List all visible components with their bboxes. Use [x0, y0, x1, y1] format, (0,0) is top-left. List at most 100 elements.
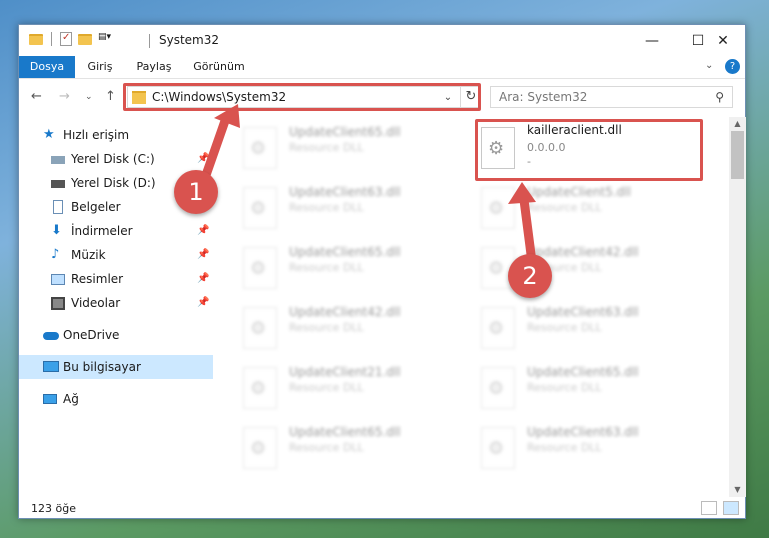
cloud-icon: [43, 332, 59, 340]
search-input[interactable]: Ara: System32 ⚲: [490, 86, 733, 108]
gear-icon: ⚙: [488, 438, 505, 459]
step-2-badge: 2: [508, 254, 552, 298]
gear-icon: ⚙: [250, 378, 267, 399]
sidebar-item-this-pc[interactable]: Bu bilgisayar: [19, 355, 213, 379]
properties-icon[interactable]: [60, 32, 72, 46]
sidebar-item-label: OneDrive: [63, 328, 120, 342]
file-item[interactable]: ⚙ UpdateClient65.dll Resource DLL: [243, 121, 473, 177]
dll-file-icon: ⚙: [481, 307, 515, 349]
status-bar: 123 öğe: [19, 499, 745, 519]
tab-giris[interactable]: Giriş: [81, 56, 119, 78]
dll-file-icon: ⚙: [243, 247, 277, 289]
file-type: Resource DLL: [289, 381, 364, 394]
pin-icon[interactable]: 📌: [197, 243, 209, 267]
pin-icon[interactable]: 📌: [197, 219, 209, 243]
pin-icon[interactable]: 📌: [197, 291, 209, 315]
dll-file-icon: ⚙: [243, 427, 277, 469]
file-item[interactable]: ⚙ UpdateClient21.dll Resource DLL: [243, 361, 473, 417]
search-icon: ⚲: [715, 90, 724, 104]
search-placeholder: Ara: System32: [499, 90, 588, 104]
video-icon: [51, 297, 65, 310]
dll-file-icon: ⚙: [481, 367, 515, 409]
sidebar-item-pictures[interactable]: Resimler 📌: [19, 267, 213, 291]
gear-icon: ⚙: [250, 138, 267, 159]
music-icon: ♪: [51, 247, 60, 262]
file-type: Resource DLL: [527, 381, 602, 394]
sidebar-item-network[interactable]: Ağ: [19, 387, 213, 411]
sidebar-item-music[interactable]: ♪ Müzik 📌: [19, 243, 213, 267]
address-highlight-box: [123, 83, 481, 111]
sidebar-item-label: Yerel Disk (C:): [71, 152, 155, 166]
file-item[interactable]: ⚙ UpdateClient63.dll Resource DLL: [481, 301, 711, 357]
sidebar-item-label: Belgeler: [71, 200, 121, 214]
scroll-thumb[interactable]: [731, 131, 744, 179]
file-name: UpdateClient42.dll: [527, 245, 639, 259]
scroll-up-icon[interactable]: ▲: [729, 117, 746, 131]
recent-locations-chevron-icon[interactable]: ⌄: [85, 92, 93, 102]
file-item[interactable]: ⚙ UpdateClient63.dll Resource DLL: [243, 181, 473, 237]
forward-button[interactable]: →: [59, 89, 70, 104]
sidebar-item-local-disk-c[interactable]: Yerel Disk (C:) 📌: [19, 147, 213, 171]
up-button[interactable]: ↑: [105, 89, 116, 104]
sidebar-item-label: İndirmeler: [71, 224, 133, 238]
new-folder-icon[interactable]: [78, 33, 92, 45]
download-icon: ⬇: [51, 223, 62, 238]
file-type: Resource DLL: [289, 441, 364, 454]
file-highlight-box: [475, 119, 703, 181]
file-type: Resource DLL: [289, 321, 364, 334]
sidebar-item-quick-access[interactable]: ★ Hızlı erişim: [19, 123, 213, 147]
file-name: UpdateClient63.dll: [289, 185, 401, 199]
file-type: Resource DLL: [527, 441, 602, 454]
file-name: UpdateClient65.dll: [289, 245, 401, 259]
tab-gorunum[interactable]: Görünüm: [189, 56, 249, 78]
scroll-down-icon[interactable]: ▼: [729, 483, 746, 497]
sidebar-item-onedrive[interactable]: OneDrive: [19, 323, 213, 347]
dll-file-icon: ⚙: [243, 307, 277, 349]
drive-icon: [51, 180, 65, 188]
file-type: Resource DLL: [289, 141, 364, 154]
file-type: Resource DLL: [527, 321, 602, 334]
file-item[interactable]: ⚙ UpdateClient65.dll Resource DLL: [243, 421, 473, 477]
file-item[interactable]: ⚙ UpdateClient42.dll Resource DLL: [243, 301, 473, 357]
sidebar-item-videos[interactable]: Videolar 📌: [19, 291, 213, 315]
large-icons-view-icon[interactable]: [723, 501, 739, 515]
file-item[interactable]: ⚙ UpdateClient63.dll Resource DLL: [481, 421, 711, 477]
ribbon-tabs: Dosya Giriş Paylaş Görünüm ⌄ ?: [19, 56, 745, 79]
dll-file-icon: ⚙: [243, 127, 277, 169]
title-bar: ▤▾ System32 — ☐ ✕: [19, 25, 745, 56]
file-type: Resource DLL: [527, 201, 602, 214]
file-type: Resource DLL: [289, 201, 364, 214]
back-button[interactable]: ←: [31, 89, 42, 104]
quick-access-toolbar: ▤▾: [29, 32, 122, 46]
expand-ribbon-chevron-icon[interactable]: ⌄: [705, 60, 713, 71]
sidebar-item-downloads[interactable]: ⬇ İndirmeler 📌: [19, 219, 213, 243]
sidebar-item-label: Müzik: [71, 248, 106, 262]
customize-toolbar-icon[interactable]: ▤▾: [98, 32, 116, 46]
file-item[interactable]: ⚙ UpdateClient65.dll Resource DLL: [243, 241, 473, 297]
gear-icon: ⚙: [250, 198, 267, 219]
sidebar-item-label: Hızlı erişim: [63, 128, 130, 142]
tab-dosya[interactable]: Dosya: [19, 56, 75, 78]
sidebar-item-label: Bu bilgisayar: [63, 360, 141, 374]
window-title: System32: [159, 33, 220, 47]
file-name: UpdateClient5.dll: [527, 185, 631, 199]
file-item[interactable]: ⚙ UpdateClient65.dll Resource DLL: [481, 361, 711, 417]
minimize-button[interactable]: —: [629, 25, 675, 56]
explorer-window: ▤▾ System32 — ☐ ✕ Dosya Giriş Paylaş Gör…: [18, 24, 746, 519]
tab-paylas[interactable]: Paylaş: [131, 56, 177, 78]
help-button[interactable]: ?: [725, 59, 740, 74]
dll-file-icon: ⚙: [481, 427, 515, 469]
pin-icon[interactable]: 📌: [197, 147, 209, 171]
computer-icon: [43, 361, 59, 372]
vertical-scrollbar[interactable]: ▲ ▼: [729, 117, 746, 497]
details-view-icon[interactable]: [701, 501, 717, 515]
sidebar-item-label: Resimler: [71, 272, 124, 286]
close-button[interactable]: ✕: [699, 25, 747, 56]
drive-icon: [51, 156, 65, 164]
dll-file-icon: ⚙: [481, 187, 515, 229]
pin-icon[interactable]: 📌: [197, 267, 209, 291]
network-icon: [43, 394, 57, 404]
gear-icon: ⚙: [488, 258, 505, 279]
file-item[interactable]: ⚙ UpdateClient5.dll Resource DLL: [481, 181, 711, 237]
file-name: UpdateClient63.dll: [527, 305, 639, 319]
